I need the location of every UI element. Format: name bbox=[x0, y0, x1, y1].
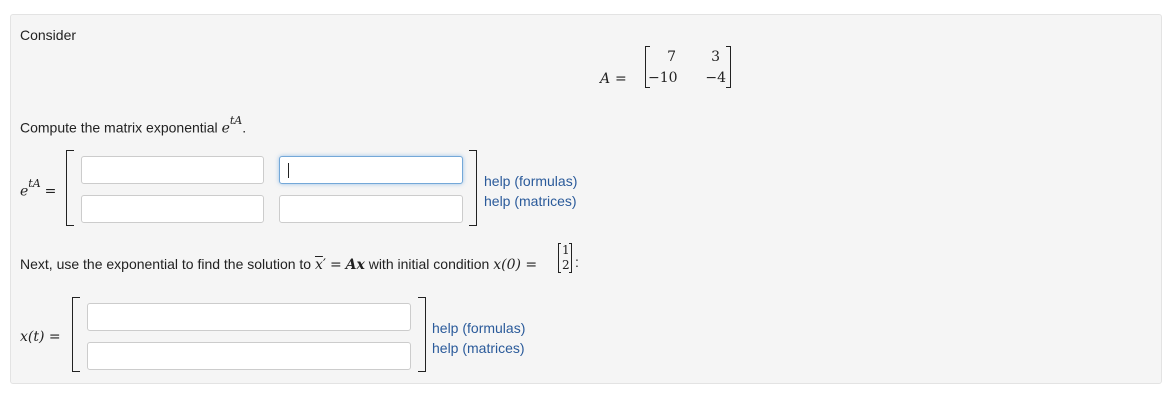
compute-expr-base: e bbox=[221, 120, 230, 137]
matrix-a-cell: −10 bbox=[648, 70, 678, 86]
initial-vector-left-bracket bbox=[558, 243, 561, 273]
help-matrices-link[interactable]: help (matrices) bbox=[484, 193, 577, 209]
initial-vector-entry: 2 bbox=[562, 258, 570, 272]
matrix-a-right-bracket bbox=[726, 46, 731, 88]
eta-entry-1-1[interactable] bbox=[81, 156, 264, 184]
help-formulas-link-2[interactable]: help (formulas) bbox=[432, 320, 525, 336]
eta-left-bracket bbox=[66, 150, 74, 226]
matrix-a-cell: 3 bbox=[711, 49, 720, 65]
xt-entry-2[interactable] bbox=[87, 342, 411, 370]
next-with-text: with initial condition bbox=[368, 256, 490, 272]
next-ax: Ax bbox=[345, 257, 365, 273]
next-x0: x(0) = bbox=[493, 257, 538, 273]
text-cursor bbox=[288, 163, 289, 178]
help-formulas-link[interactable]: help (formulas) bbox=[484, 173, 577, 189]
matrix-a: 7 3 −10 −4 bbox=[645, 46, 731, 88]
matrix-a-symbol: A bbox=[600, 71, 611, 87]
eta-label: etA = bbox=[20, 177, 57, 200]
eta-equals: = bbox=[44, 183, 57, 200]
eta-entry-2-2[interactable] bbox=[279, 195, 463, 223]
next-prompt: Next, use the exponential to find the so… bbox=[20, 256, 537, 273]
help-matrices-link-2[interactable]: help (matrices) bbox=[432, 340, 525, 356]
next-end-colon: : bbox=[575, 254, 579, 270]
compute-period: . bbox=[242, 119, 247, 136]
compute-prompt-text: Compute the matrix exponential bbox=[20, 119, 218, 136]
next-prompt-text: Next, use the exponential to find the so… bbox=[20, 256, 312, 272]
eta-label-sup: tA bbox=[28, 177, 41, 190]
compute-expr-sup: tA bbox=[229, 114, 243, 127]
matrix-a-equals: = bbox=[615, 71, 627, 87]
initial-vector-entry: 1 bbox=[562, 243, 570, 257]
next-prime: ′ bbox=[322, 257, 327, 273]
xt-right-bracket bbox=[418, 297, 426, 372]
consider-label: Consider bbox=[20, 27, 77, 43]
xt-label: x(t) = bbox=[20, 329, 61, 345]
xt-entry-1[interactable] bbox=[87, 303, 411, 331]
xt-left-bracket bbox=[72, 297, 80, 372]
matrix-a-cell: 7 bbox=[667, 49, 676, 65]
eta-entry-2-1[interactable] bbox=[81, 195, 264, 223]
compute-prompt: Compute the matrix exponential etA. bbox=[20, 114, 247, 137]
eta-right-bracket bbox=[469, 150, 477, 226]
initial-vector: 1 2 bbox=[558, 243, 572, 273]
matrix-a-cell: −4 bbox=[705, 70, 726, 86]
next-xprime-var: x bbox=[314, 257, 323, 273]
eta-entry-1-2[interactable] bbox=[279, 156, 463, 184]
next-eq: = bbox=[329, 257, 342, 273]
